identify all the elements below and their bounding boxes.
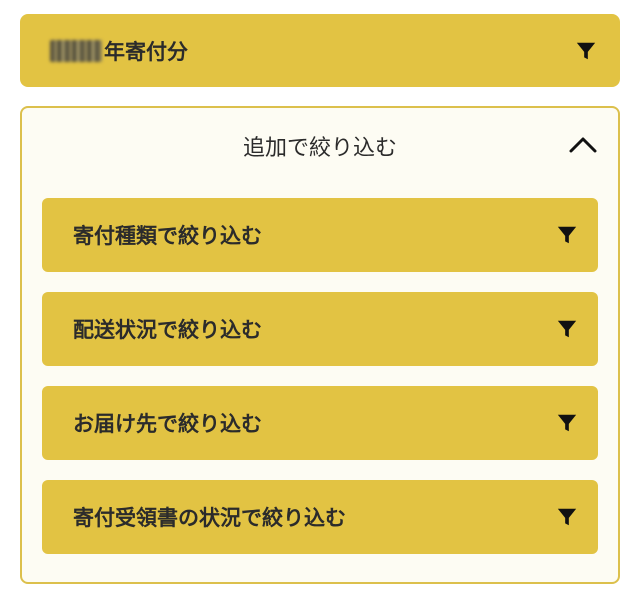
- filter-by-destination-button[interactable]: お届け先で絞り込む: [42, 386, 598, 460]
- filter-item-label: 寄付種類で絞り込む: [73, 224, 262, 248]
- filter-by-receipt-status-button[interactable]: 寄付受領書の状況で絞り込む: [42, 480, 598, 554]
- chevron-up-icon[interactable]: [568, 134, 598, 154]
- filter-icon: [576, 42, 596, 59]
- filter-item-label: お届け先で絞り込む: [73, 412, 262, 436]
- blurred-year: [50, 39, 102, 62]
- year-filter-label: 年寄付分: [50, 36, 188, 66]
- filter-by-delivery-status-button[interactable]: 配送状況で絞り込む: [42, 292, 598, 366]
- additional-filter-title: 追加で絞り込む: [242, 136, 397, 161]
- additional-filter-toggle[interactable]: 追加で絞り込む: [22, 108, 618, 184]
- filter-item-label: 配送状況で絞り込む: [73, 318, 262, 342]
- year-filter-button[interactable]: 年寄付分: [20, 14, 620, 87]
- filter-icon: [557, 226, 577, 244]
- year-filter-label-text: 年寄付分: [104, 39, 188, 64]
- additional-filter-panel: 追加で絞り込む 寄付種類で絞り込む 配送状況で絞り込む お届け先で絞り込む 寄付…: [20, 106, 620, 584]
- filter-icon: [557, 414, 577, 432]
- filter-icon: [557, 508, 577, 526]
- filter-by-donation-type-button[interactable]: 寄付種類で絞り込む: [42, 198, 598, 272]
- filter-item-label: 寄付受領書の状況で絞り込む: [73, 506, 346, 530]
- filter-icon: [557, 320, 577, 338]
